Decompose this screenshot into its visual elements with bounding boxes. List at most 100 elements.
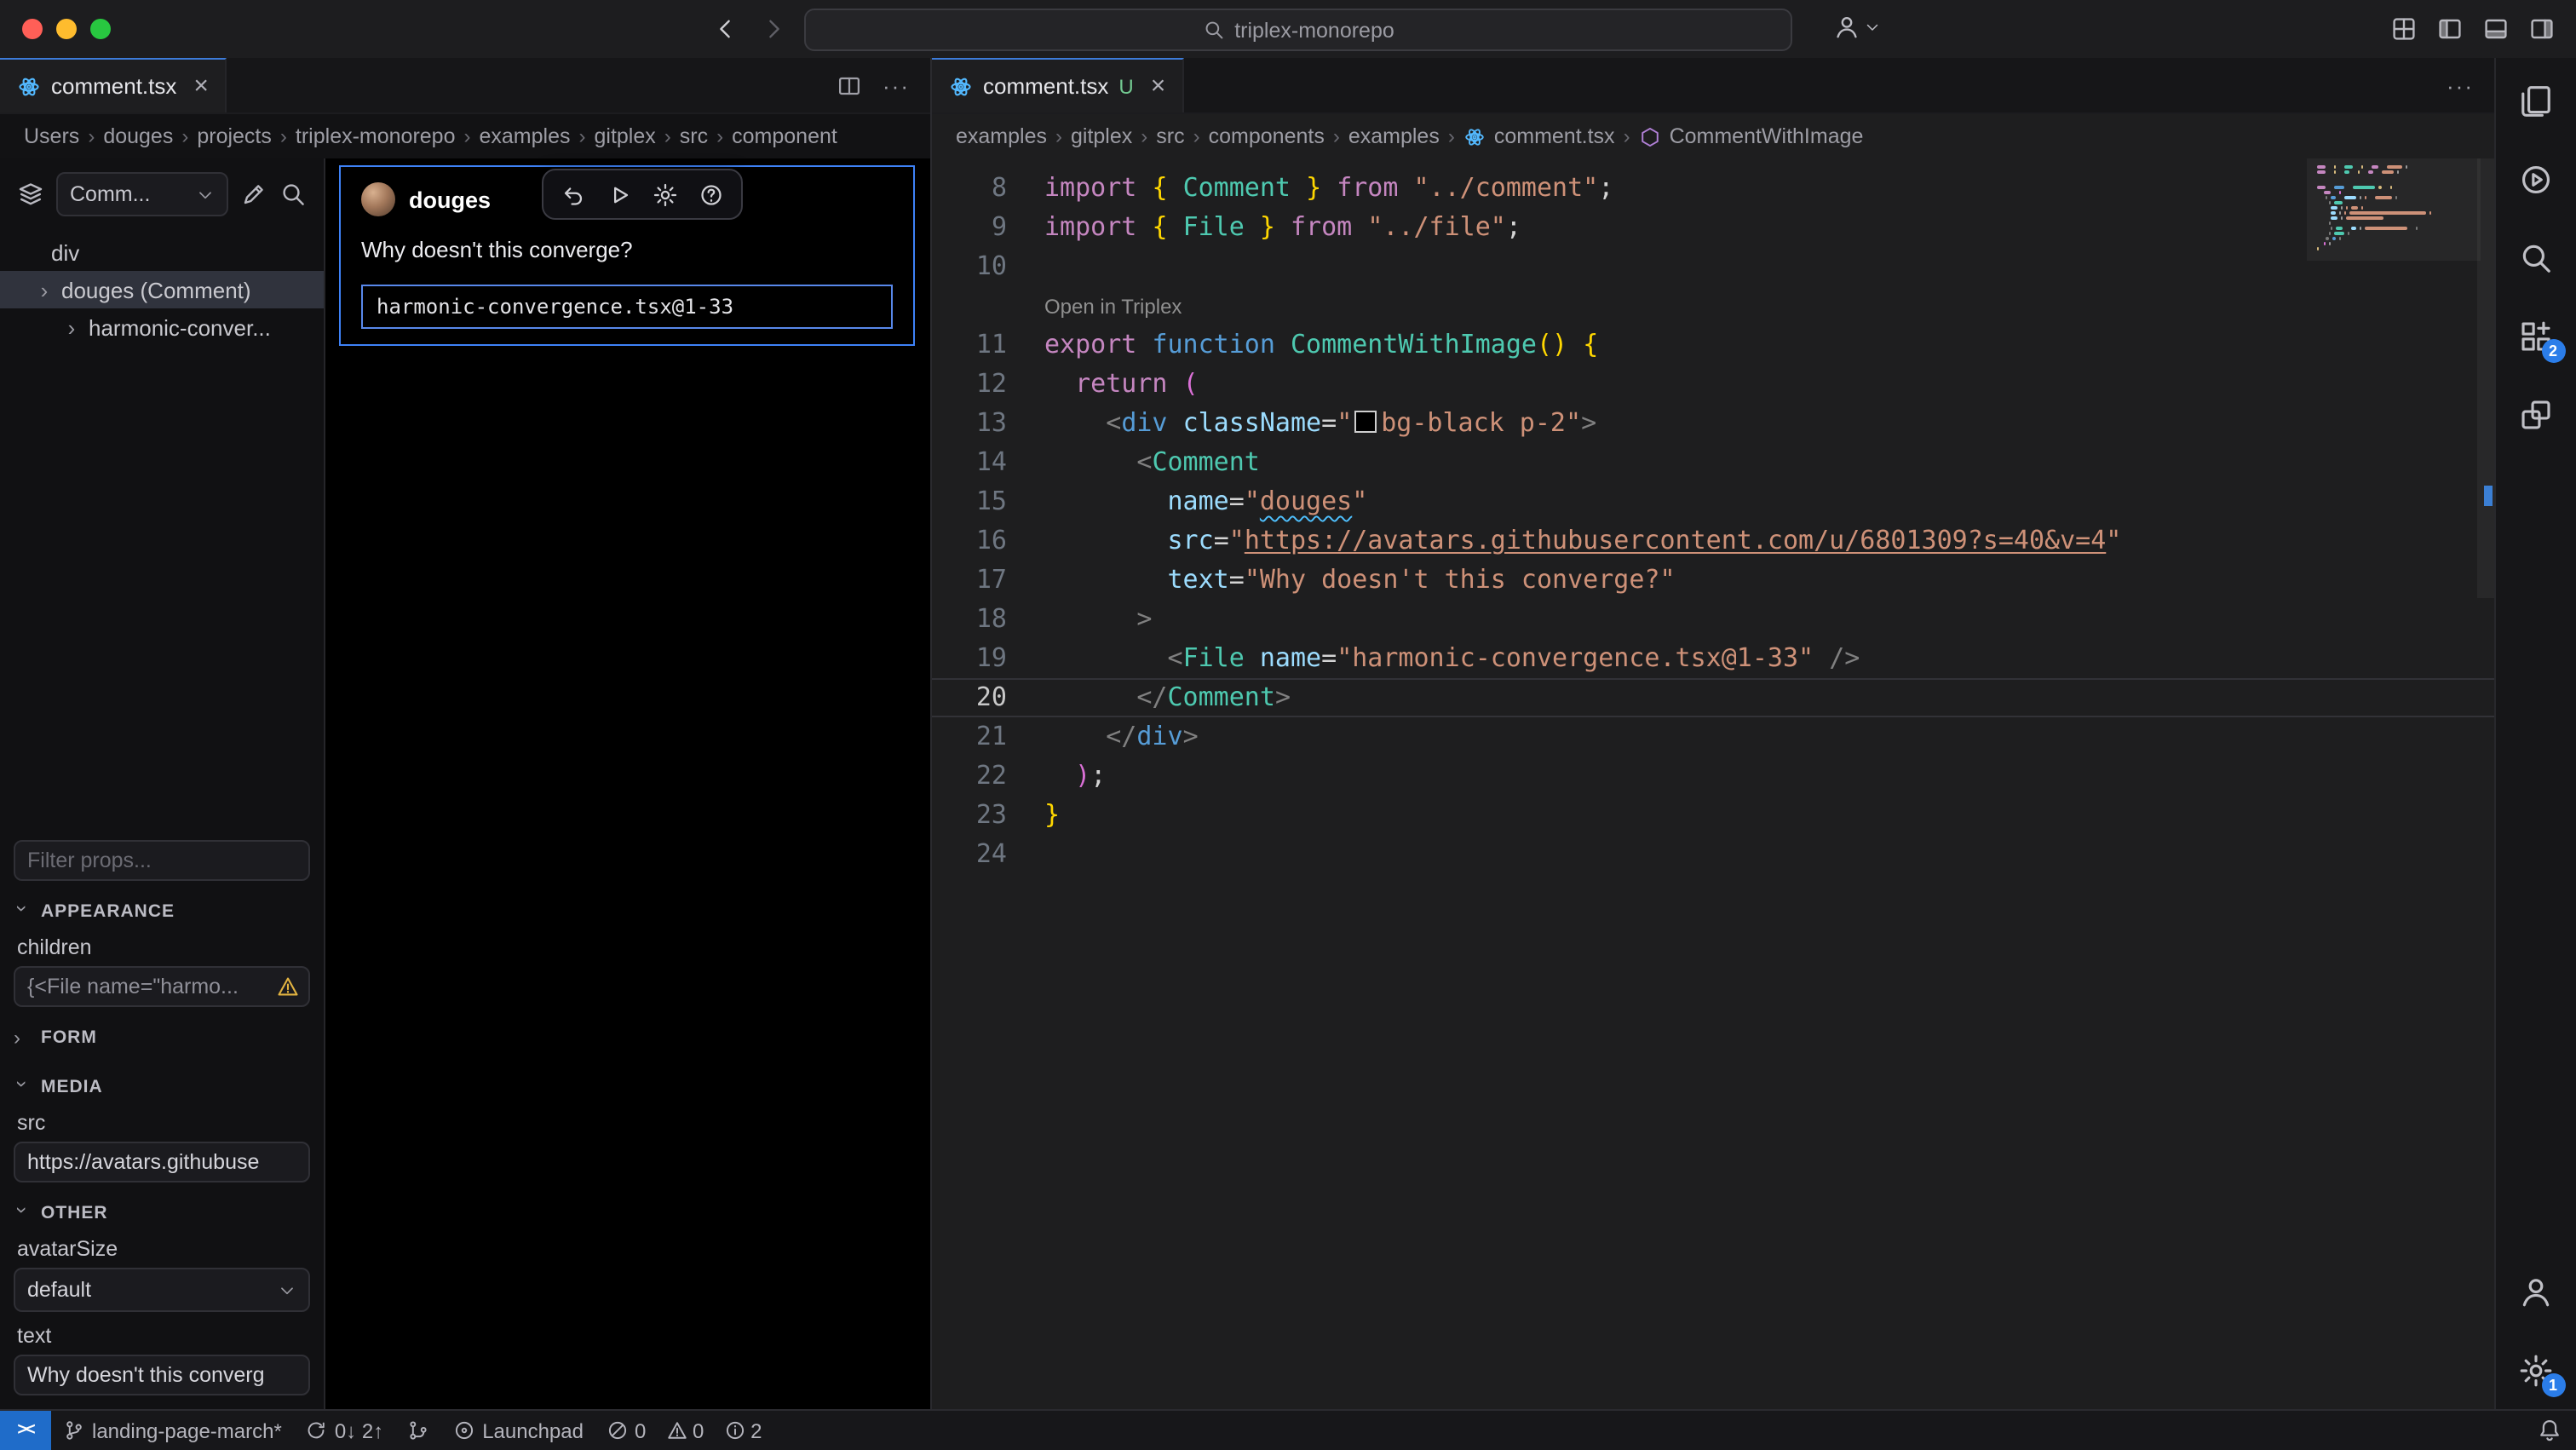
section-other[interactable]: › OTHER (14, 1194, 310, 1232)
breadcrumb-item[interactable]: douges (103, 124, 173, 148)
minimize-window-button[interactable] (56, 19, 77, 39)
vscode-window: triplex-monorepo comment.tsx × ··· User (0, 0, 2576, 1450)
navigate-back-icon[interactable] (712, 15, 739, 43)
breadcrumb-item[interactable]: examples (480, 124, 571, 148)
play-icon[interactable] (607, 181, 632, 207)
section-media[interactable]: › MEDIA (14, 1068, 310, 1106)
gear-icon[interactable] (653, 181, 678, 207)
branch-icon (63, 1419, 85, 1441)
chevron-down-icon (1864, 19, 1881, 36)
toggle-sidebar-right-icon[interactable] (2528, 15, 2556, 43)
toggle-panel-icon[interactable] (2482, 15, 2510, 43)
text-input[interactable] (14, 1355, 310, 1395)
breadcrumb-item[interactable]: examples (1348, 124, 1440, 148)
extensions-icon[interactable]: 2 (2495, 296, 2576, 375)
graph-icon (407, 1419, 429, 1441)
launchpad-item[interactable]: Launchpad (441, 1411, 595, 1450)
left-tab-comment-tsx[interactable]: comment.tsx × (0, 58, 227, 112)
react-file-icon (1463, 125, 1486, 147)
source-control-graph-item[interactable] (395, 1411, 441, 1450)
customize-layout-icon[interactable] (2390, 15, 2418, 43)
filter-props-input[interactable] (14, 840, 310, 881)
zoom-window-button[interactable] (90, 19, 111, 39)
breadcrumb-item[interactable]: CommentWithImage (1670, 124, 1864, 148)
tree-item-harmonic[interactable]: › harmonic-conver... (0, 308, 324, 346)
code-line: 13 <div className="bg-black p-2"> (932, 404, 2494, 443)
settings-gear-icon[interactable]: 1 (2495, 1331, 2576, 1409)
line-number: 11 (932, 325, 1044, 365)
extensions-badge: 2 (2541, 339, 2565, 363)
accounts-menu[interactable] (1833, 14, 1881, 41)
minimap[interactable] (2317, 165, 2470, 256)
section-form[interactable]: › FORM (14, 1019, 310, 1056)
scrollbar[interactable] (2477, 158, 2494, 598)
command-center-text: triplex-monorepo (1234, 18, 1394, 42)
editor-tab-comment-tsx[interactable]: comment.tsx U × (932, 58, 1184, 112)
scene-preview[interactable]: douges Why doesn't this converge? harmon… (325, 158, 930, 1409)
tree-item-div[interactable]: div (0, 233, 324, 271)
minimap-line (2317, 247, 2470, 250)
codelens-open-in-triplex[interactable]: Open in Triplex (1044, 295, 1182, 319)
breadcrumb-item[interactable]: triplex-monorepo (296, 124, 456, 148)
account-icon[interactable] (2495, 1252, 2576, 1331)
text-label: text (17, 1324, 307, 1348)
edit-icon[interactable] (240, 181, 267, 208)
git-status-badge: U (1118, 74, 1133, 98)
avatarsize-select[interactable]: default (14, 1268, 310, 1312)
chevron-right-icon[interactable]: › (61, 314, 82, 340)
more-actions-icon[interactable]: ··· (883, 72, 910, 98)
overview-ruler-modified-mark (2484, 486, 2493, 506)
help-icon[interactable] (699, 181, 724, 207)
triplex-panel-group: comment.tsx × ··· Users › douges › projects ›… (0, 58, 932, 1409)
breadcrumb-item[interactable]: Users (24, 124, 79, 148)
run-debug-icon[interactable] (2495, 140, 2576, 218)
git-sync-item[interactable]: 0↓ 2↑ (294, 1411, 395, 1450)
close-window-button[interactable] (22, 19, 43, 39)
comment-author: douges (409, 187, 491, 212)
chevron-right-icon[interactable]: › (34, 277, 55, 302)
components-icon[interactable] (2495, 375, 2576, 453)
problems-item[interactable]: 0 0 2 (595, 1411, 774, 1450)
toggle-sidebar-left-icon[interactable] (2436, 15, 2464, 43)
minimap-line (2317, 201, 2470, 204)
file-reference-chip[interactable]: harmonic-convergence.tsx@1-33 (361, 285, 893, 329)
pages-icon[interactable] (2495, 61, 2576, 140)
line-number: 23 (932, 796, 1044, 835)
more-actions-icon[interactable]: ··· (2447, 72, 2474, 98)
breadcrumb-item[interactable]: projects (197, 124, 272, 148)
undo-icon[interactable] (561, 181, 586, 207)
line-number: 20 (932, 678, 1044, 717)
breadcrumb-separator: › (280, 124, 287, 148)
search-icon[interactable] (279, 181, 307, 208)
remote-indicator[interactable]: >< (0, 1411, 51, 1450)
account-icon (1833, 14, 1860, 41)
command-center-search[interactable]: triplex-monorepo (804, 9, 1792, 51)
code-editor[interactable]: 8import { Comment } from "../comment";9i… (932, 158, 2494, 1409)
breadcrumb-item[interactable]: components (1209, 124, 1325, 148)
layers-icon (17, 181, 44, 208)
breadcrumb-item[interactable]: component (732, 124, 837, 148)
close-tab-icon[interactable]: × (193, 73, 209, 99)
minimap-line (2317, 222, 2470, 225)
breadcrumb-item[interactable]: examples (956, 124, 1047, 148)
breadcrumb-item[interactable]: src (1156, 124, 1184, 148)
src-input[interactable] (14, 1142, 310, 1182)
breadcrumb-item[interactable]: gitplex (595, 124, 656, 148)
git-branch-item[interactable]: landing-page-march* (51, 1411, 294, 1450)
search-icon (1202, 19, 1224, 41)
navigate-forward-icon[interactable] (760, 15, 787, 43)
line-number: 15 (932, 482, 1044, 521)
search-icon[interactable] (2495, 218, 2576, 296)
line-content: ); (1044, 757, 2494, 796)
tree-item-douges-comment[interactable]: › douges (Comment) (0, 271, 324, 308)
bell-icon[interactable] (2537, 1418, 2562, 1443)
breadcrumb-item[interactable]: comment.tsx (1494, 124, 1615, 148)
breadcrumb-item[interactable]: src (680, 124, 708, 148)
minimap-line (2317, 232, 2470, 235)
component-select[interactable]: Comm... (56, 172, 228, 216)
breadcrumb-item[interactable]: gitplex (1071, 124, 1132, 148)
children-input[interactable] (14, 966, 310, 1007)
split-editor-icon[interactable] (837, 72, 862, 98)
close-tab-icon[interactable]: × (1151, 73, 1166, 99)
section-appearance[interactable]: › APPEARANCE (14, 893, 310, 930)
